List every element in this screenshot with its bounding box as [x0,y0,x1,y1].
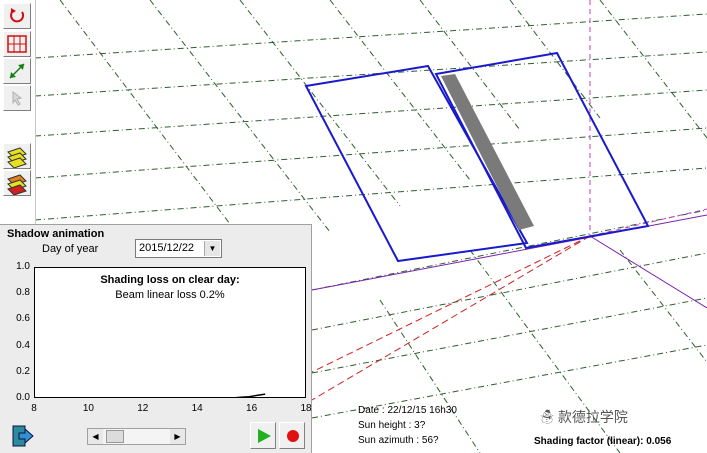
shading-factor-readout: Shading factor (linear): 0.056 [534,436,672,447]
time-scrollbar[interactable]: ◀ ▶ [87,428,186,445]
date-select[interactable]: 2015/12/22 ▼ [135,239,222,258]
shadow-animation-panel: Shadow animation Day of year 2015/12/22 … [0,224,312,453]
play-icon [258,429,271,443]
pv-panels [304,51,650,263]
rotate-icon [10,8,25,23]
select-button[interactable] [3,85,31,111]
grid-view-button[interactable] [3,31,31,57]
pv-panel-right [434,51,650,250]
y-tick-label: 0.0 [16,392,30,403]
shading-loss-series-line [232,393,266,398]
y-tick-label: 0.8 [16,287,30,299]
sun-height-readout: Sun height : 3? [358,420,426,431]
x-tick-label: 14 [191,403,203,414]
scroll-thumb[interactable] [106,430,124,443]
layers-button[interactable] [3,143,31,169]
layers-shade-button[interactable] [3,170,31,196]
sun-azimuth-readout: Sun azimuth : 56? [358,435,439,446]
y-tick-label: 0.2 [16,365,30,377]
shadow-strip [441,74,534,230]
zoom-button[interactable] [3,58,31,84]
scene-axes [311,0,707,309]
x-tick-label: 18 [300,403,312,414]
y-tick-label: 1.0 [16,261,30,272]
play-button[interactable] [250,422,276,449]
sun-ray-lines [311,235,591,401]
rotate-view-button[interactable] [3,3,31,29]
x-tick-label: 16 [246,403,258,414]
panel-title: Shadow animation [7,228,105,240]
y-tick-label: 0.4 [16,339,30,351]
resize-arrow-icon [9,63,25,79]
date-value: 2015/12/22 [139,242,195,254]
chevron-down-icon[interactable]: ▼ [204,241,220,256]
y-tick-label: 0.6 [16,313,30,325]
record-button[interactable] [279,422,305,449]
layers-icon [7,147,27,168]
day-of-year-label: Day of year [42,243,99,255]
select-icon [12,91,23,106]
x-tick-label: 8 [31,403,37,414]
x-tick-label: 10 [82,403,94,414]
scroll-left-arrow[interactable]: ◀ [88,429,103,444]
grid-icon [7,35,27,53]
x-tick-label: 12 [137,403,149,414]
plot-canvas [232,393,266,398]
exit-door-icon [12,425,34,447]
date-readout: Date : 22/12/15 16h30 [358,405,457,416]
scroll-right-arrow[interactable]: ▶ [170,429,185,444]
layers-shade-icon [7,174,27,195]
watermark: ☃ 款德拉学院 [540,409,628,425]
exit-button[interactable] [11,424,35,448]
record-icon [287,430,299,442]
